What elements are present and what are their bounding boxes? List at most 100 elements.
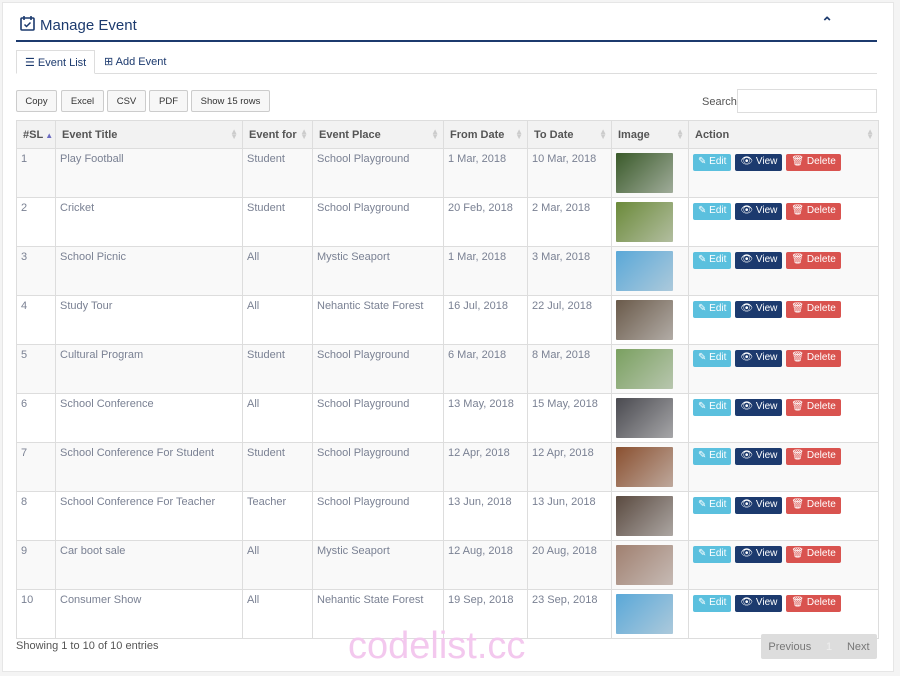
cell-image bbox=[611, 540, 689, 590]
cell-image bbox=[611, 246, 689, 296]
cell-title: Study Tour bbox=[55, 295, 243, 345]
cell-place: Nehantic State Forest bbox=[312, 295, 444, 345]
chevron-up-icon[interactable]: ⌃ bbox=[821, 14, 833, 31]
column-label: #SL bbox=[23, 128, 44, 141]
column-header[interactable]: From Date ▲ ▼ bbox=[443, 120, 528, 149]
cell-place: School Playground bbox=[312, 197, 444, 247]
delete-button[interactable]: 🗑 Delete bbox=[786, 350, 841, 367]
cell-place: Mystic Seaport bbox=[312, 246, 444, 296]
copy-button[interactable]: Copy bbox=[16, 90, 57, 112]
eye-icon: 👁 bbox=[740, 254, 756, 265]
table-row: 4 Study Tour All Nehantic State Forest 16 Ju… bbox=[16, 295, 879, 345]
view-button[interactable]: 👁 View bbox=[735, 595, 783, 612]
cell-for: All bbox=[242, 393, 313, 443]
edit-button[interactable]: ✎ Edit bbox=[693, 546, 732, 563]
next-button[interactable]: Next bbox=[847, 641, 870, 653]
delete-button[interactable]: 🗑 Delete bbox=[786, 448, 841, 465]
eye-icon: 👁 bbox=[740, 499, 756, 510]
cell-from: 1 Mar, 2018 bbox=[443, 246, 528, 296]
cell-for: All bbox=[242, 589, 313, 639]
search-input[interactable] bbox=[737, 89, 877, 113]
view-button[interactable]: 👁 View bbox=[735, 203, 783, 220]
delete-button[interactable]: 🗑 Delete bbox=[786, 203, 841, 220]
cell-from: 12 Apr, 2018 bbox=[443, 442, 528, 492]
sort-icon: ▲ ▼ bbox=[300, 127, 308, 141]
view-button[interactable]: 👁 View bbox=[735, 497, 783, 514]
table-row: 3 School Picnic All Mystic Seaport 1 Mar, 20… bbox=[16, 246, 879, 296]
cell-actions: ✎ Edit 👁 View 🗑 Delete bbox=[688, 148, 879, 198]
column-header[interactable]: Action ▲ ▼ bbox=[688, 120, 879, 149]
edit-icon: ✎ bbox=[698, 254, 710, 265]
edit-button[interactable]: ✎ Edit bbox=[693, 350, 732, 367]
view-button[interactable]: 👁 View bbox=[735, 154, 783, 171]
tab-bar: ☰ Event List ⊞ Add Event bbox=[16, 50, 877, 74]
trash-icon: 🗑 bbox=[791, 205, 807, 216]
delete-button[interactable]: 🗑 Delete bbox=[786, 154, 841, 171]
delete-button[interactable]: 🗑 Delete bbox=[786, 252, 841, 269]
cell-for: All bbox=[242, 246, 313, 296]
trash-icon: 🗑 bbox=[791, 156, 807, 167]
cell-sl: 4 bbox=[16, 295, 56, 345]
edit-icon: ✎ bbox=[698, 303, 710, 314]
view-button[interactable]: 👁 View bbox=[735, 252, 783, 269]
edit-icon: ✎ bbox=[698, 499, 710, 510]
edit-button[interactable]: ✎ Edit bbox=[693, 154, 732, 171]
edit-button[interactable]: ✎ Edit bbox=[693, 252, 732, 269]
cell-to: 22 Jul, 2018 bbox=[527, 295, 612, 345]
show-rows-button[interactable]: Show 15 rows bbox=[191, 90, 270, 112]
column-header[interactable]: #SL ▲ bbox=[16, 120, 56, 149]
cell-sl: 3 bbox=[16, 246, 56, 296]
excel-button[interactable]: Excel bbox=[61, 90, 104, 112]
tab-label: Add Event bbox=[115, 56, 167, 68]
sort-icon: ▲ ▼ bbox=[230, 127, 238, 141]
column-header[interactable]: To Date ▲ ▼ bbox=[527, 120, 612, 149]
table-row: 2 Cricket Student School Playground 20 Feb, … bbox=[16, 197, 879, 247]
view-button[interactable]: 👁 View bbox=[735, 350, 783, 367]
delete-button[interactable]: 🗑 Delete bbox=[786, 399, 841, 416]
column-label: To Date bbox=[534, 128, 574, 141]
view-button[interactable]: 👁 View bbox=[735, 301, 783, 318]
column-header[interactable]: Image ▲ ▼ bbox=[611, 120, 689, 149]
cell-sl: 2 bbox=[16, 197, 56, 247]
csv-button[interactable]: CSV bbox=[107, 90, 146, 112]
delete-button[interactable]: 🗑 Delete bbox=[786, 595, 841, 612]
table-row: 8 School Conference For Teacher Teacher Sch… bbox=[16, 491, 879, 541]
trash-icon: 🗑 bbox=[791, 352, 807, 363]
cell-actions: ✎ Edit 👁 View 🗑 Delete bbox=[688, 197, 879, 247]
view-button[interactable]: 👁 View bbox=[735, 399, 783, 416]
edit-icon: ✎ bbox=[698, 597, 710, 608]
column-header[interactable]: Event Place ▲ ▼ bbox=[312, 120, 444, 149]
edit-button[interactable]: ✎ Edit bbox=[693, 399, 732, 416]
tab-event-list[interactable]: ☰ Event List bbox=[16, 50, 96, 74]
column-header[interactable]: Event Title ▲ ▼ bbox=[55, 120, 243, 149]
cell-from: 6 Mar, 2018 bbox=[443, 344, 528, 394]
edit-button[interactable]: ✎ Edit bbox=[693, 497, 732, 514]
edit-button[interactable]: ✎ Edit bbox=[693, 595, 732, 612]
view-button[interactable]: 👁 View bbox=[735, 546, 783, 563]
event-image bbox=[616, 202, 673, 242]
eye-icon: 👁 bbox=[740, 450, 756, 461]
cell-to: 12 Apr, 2018 bbox=[527, 442, 612, 492]
pdf-button[interactable]: PDF bbox=[149, 90, 188, 112]
tab-add-event[interactable]: ⊞ Add Event bbox=[96, 50, 174, 74]
delete-button[interactable]: 🗑 Delete bbox=[786, 546, 841, 563]
delete-button[interactable]: 🗑 Delete bbox=[786, 497, 841, 514]
column-label: Event Place bbox=[319, 128, 381, 141]
edit-button[interactable]: ✎ Edit bbox=[693, 203, 732, 220]
cell-sl: 1 bbox=[16, 148, 56, 198]
cell-sl: 10 bbox=[16, 589, 56, 639]
page-1-button[interactable]: 1 bbox=[826, 641, 832, 653]
edit-button[interactable]: ✎ Edit bbox=[693, 448, 732, 465]
event-image bbox=[616, 251, 673, 291]
cell-place: School Playground bbox=[312, 442, 444, 492]
cell-from: 13 May, 2018 bbox=[443, 393, 528, 443]
delete-button[interactable]: 🗑 Delete bbox=[786, 301, 841, 318]
column-header[interactable]: Event for ▲ ▼ bbox=[242, 120, 313, 149]
view-button[interactable]: 👁 View bbox=[735, 448, 783, 465]
cell-image bbox=[611, 148, 689, 198]
cell-from: 1 Mar, 2018 bbox=[443, 148, 528, 198]
previous-button[interactable]: Previous bbox=[768, 641, 811, 653]
cell-to: 3 Mar, 2018 bbox=[527, 246, 612, 296]
cell-actions: ✎ Edit 👁 View 🗑 Delete bbox=[688, 540, 879, 590]
edit-button[interactable]: ✎ Edit bbox=[693, 301, 732, 318]
